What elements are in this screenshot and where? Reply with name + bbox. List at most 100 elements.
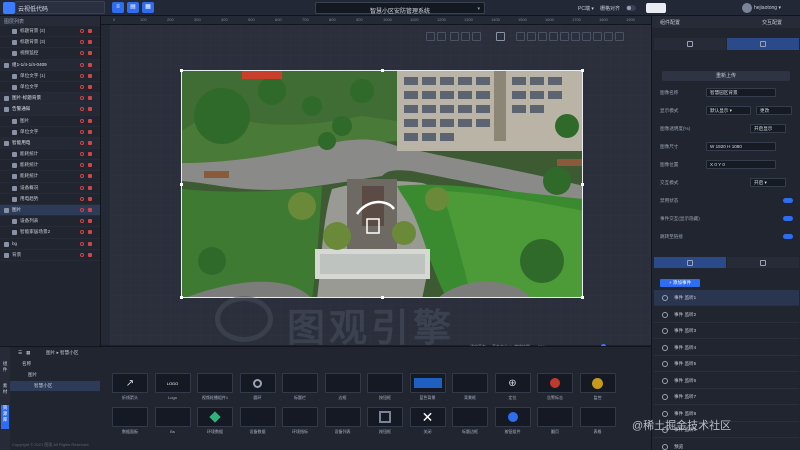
component-tile[interactable]: 环境指标 <box>282 407 318 435</box>
layer-item[interactable]: 能耗统计 <box>0 149 100 161</box>
project-select[interactable]: 智慧小区安防管理系统 ▾ <box>315 2 485 15</box>
visibility-icon[interactable] <box>80 252 84 257</box>
property-value-input[interactable]: 默认显示 ▾ <box>706 106 751 115</box>
frame-select-icon[interactable] <box>496 32 505 41</box>
component-tile[interactable]: 数据面板 <box>112 407 148 435</box>
preview-button[interactable] <box>646 3 666 13</box>
visibility-icon[interactable] <box>80 84 84 89</box>
scene-image[interactable] <box>181 70 583 298</box>
tree-item[interactable]: 名称 <box>10 359 100 369</box>
resize-handle-sw[interactable] <box>180 296 183 299</box>
event-item[interactable]: 预览 <box>654 439 799 450</box>
top-align-icon[interactable] <box>527 32 536 41</box>
user-name[interactable]: hejiaotong ▾ <box>754 5 781 11</box>
layer-item[interactable]: 标题背景 (2) <box>0 26 100 38</box>
lock-icon[interactable] <box>88 51 92 56</box>
add-event-button[interactable]: + 添加事件 <box>660 279 700 287</box>
tab-component-config[interactable]: 组件配置 <box>660 19 680 26</box>
lock-icon[interactable] <box>88 140 92 145</box>
delete-icon[interactable] <box>615 32 624 41</box>
visibility-icon[interactable] <box>80 241 84 246</box>
property-value-input[interactable]: W 1920 H 1080 <box>706 142 776 151</box>
tab-actions[interactable] <box>727 257 799 268</box>
lock-icon[interactable] <box>88 29 92 33</box>
list-view-icon[interactable]: ☰ <box>18 350 22 356</box>
component-tile[interactable]: Bs <box>154 407 191 435</box>
component-tile[interactable]: ↗ 折线箭头 <box>112 373 148 401</box>
component-tile[interactable]: 表格 <box>579 407 616 435</box>
property-option-button[interactable]: 开启显示 <box>750 124 786 133</box>
lock-icon[interactable] <box>88 174 92 179</box>
component-tile[interactable]: 环境数据 <box>197 407 233 435</box>
resize-handle-ne[interactable] <box>581 69 584 72</box>
distribute-icon[interactable] <box>516 32 525 41</box>
visibility-icon[interactable] <box>80 174 84 179</box>
lock-icon[interactable] <box>88 84 92 89</box>
visibility-icon[interactable] <box>80 107 84 112</box>
layer-item[interactable]: 能耗统计 <box>0 171 100 183</box>
group-icon[interactable] <box>560 32 569 41</box>
component-tile[interactable]: 监控 <box>579 373 616 401</box>
event-item[interactable]: 事件 监听1 <box>654 290 799 306</box>
copy-icon[interactable] <box>604 32 613 41</box>
layer-item[interactable]: 视频监控 <box>0 48 100 60</box>
layer-item[interactable]: 能耗统计 <box>0 160 100 172</box>
event-item[interactable]: 事件 监听7 <box>654 389 799 405</box>
grid-align-toggle[interactable] <box>626 5 636 11</box>
visibility-icon[interactable] <box>80 62 84 67</box>
lock-icon[interactable] <box>88 241 92 246</box>
lock-icon[interactable] <box>88 73 92 78</box>
property-toggle[interactable] <box>783 198 793 203</box>
lock-icon[interactable] <box>88 129 92 134</box>
component-tile[interactable]: 按钮框 <box>367 373 403 401</box>
lock-icon[interactable] <box>88 208 92 212</box>
lock-icon[interactable] <box>88 219 92 224</box>
visibility-icon[interactable] <box>80 40 84 45</box>
undo-icon[interactable] <box>426 32 435 41</box>
component-tile[interactable]: 告警标志 <box>537 373 573 401</box>
visibility-icon[interactable] <box>80 196 84 201</box>
visibility-icon[interactable] <box>80 29 84 33</box>
layer-item[interactable]: 单位文字 (1) <box>0 71 100 82</box>
lock-icon[interactable] <box>88 196 92 201</box>
tab-events[interactable] <box>654 257 726 268</box>
lock-icon[interactable] <box>88 62 92 67</box>
resize-handle-n[interactable] <box>381 69 384 72</box>
visibility-icon[interactable] <box>80 219 84 224</box>
side-tab-components[interactable]: 组件 <box>1 361 9 381</box>
event-item[interactable]: 事件 监听2 <box>654 307 799 323</box>
visibility-icon[interactable] <box>80 129 84 134</box>
property-toggle[interactable] <box>783 216 793 221</box>
layer-item[interactable]: 标题背景 (3) <box>0 37 100 49</box>
layer-item[interactable]: 智能家居场景2 <box>0 227 100 239</box>
lock-icon[interactable] <box>88 118 92 123</box>
component-tile[interactable]: 边框 <box>324 373 361 401</box>
grid-view-icon[interactable]: ▦ <box>26 350 30 356</box>
layers-button[interactable]: ▤ <box>127 2 139 13</box>
component-tile[interactable]: ✕ 关闭 <box>409 407 446 435</box>
align-left-icon[interactable] <box>450 32 459 41</box>
avatar[interactable] <box>742 3 752 13</box>
resize-handle-w[interactable] <box>180 183 183 186</box>
property-value-input[interactable]: X 0 Y 0 <box>706 160 776 169</box>
component-tile[interactable]: 设备列表 <box>324 407 361 435</box>
tab-interaction-config[interactable]: 交互配置 <box>762 19 782 26</box>
component-tile[interactable]: 背景框 <box>452 373 488 401</box>
visibility-icon[interactable] <box>80 73 84 78</box>
reupload-button[interactable]: 重新上传 <box>662 71 790 81</box>
tree-item[interactable]: 图片 <box>10 370 100 380</box>
bottom-align-icon[interactable] <box>549 32 558 41</box>
visibility-icon[interactable] <box>80 208 84 212</box>
visibility-icon[interactable] <box>80 230 84 235</box>
visibility-icon[interactable] <box>80 140 84 145</box>
lock-icon[interactable] <box>88 163 92 168</box>
layer-item[interactable]: 图片 <box>0 205 100 217</box>
component-tile[interactable]: 翻页 <box>537 407 573 435</box>
align-right-icon[interactable] <box>472 32 481 41</box>
layout-button[interactable]: ▦ <box>142 2 154 13</box>
menu-button[interactable]: ≡ <box>112 2 124 13</box>
layer-item[interactable]: 告警通知 <box>0 104 100 116</box>
tree-item[interactable]: 智慧小区 <box>10 381 100 391</box>
layer-item[interactable]: 图片-标题背景 <box>0 93 100 105</box>
layer-item[interactable]: 设备列表 <box>0 216 100 228</box>
